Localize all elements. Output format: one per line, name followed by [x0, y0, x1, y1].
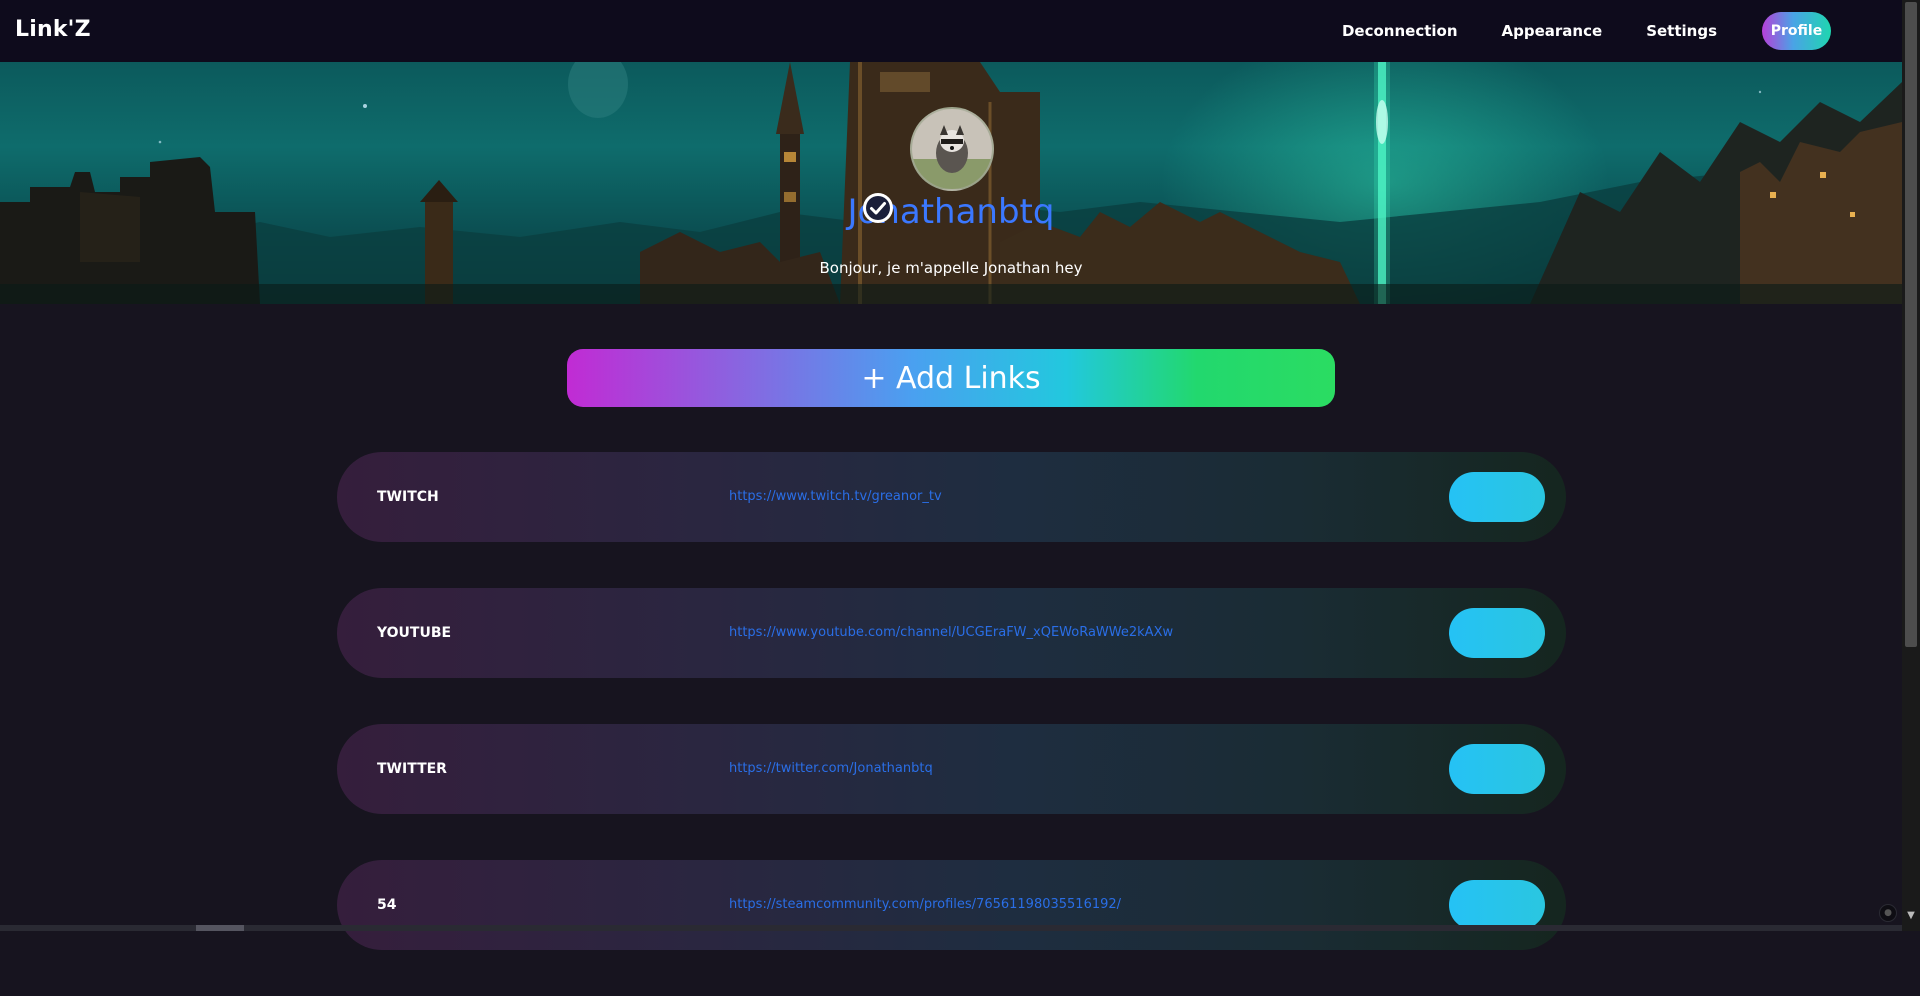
avatar[interactable] — [910, 107, 994, 191]
add-links-button[interactable]: + Add Links — [567, 349, 1335, 407]
link-action-button[interactable] — [1449, 472, 1545, 522]
verified-check-icon — [862, 193, 893, 223]
link-card-steam: 54 https://steamcommunity.com/profiles/7… — [337, 860, 1566, 950]
corner-widget-icon[interactable]: ● — [1879, 904, 1897, 922]
link-card-youtube: YOUTUBE https://www.youtube.com/channel/… — [337, 588, 1566, 678]
link-url[interactable]: https://www.twitch.tv/greanor_tv — [729, 452, 942, 542]
link-action-button[interactable] — [1449, 608, 1545, 658]
profile-banner: Jonathanbtq Bonjour, je m'appelle Jonath… — [0, 62, 1902, 304]
raccoon-avatar-image — [912, 109, 992, 189]
username-wrapper: Jonathanbtq — [848, 192, 1055, 232]
nav-link-appearance[interactable]: Appearance — [1502, 22, 1603, 40]
link-action-button[interactable] — [1449, 880, 1545, 930]
link-url[interactable]: https://twitter.com/Jonathanbtq — [729, 724, 933, 814]
link-url[interactable]: https://www.youtube.com/channel/UCGEraFW… — [729, 588, 1173, 678]
username-row: Jonathanbtq — [0, 192, 1902, 242]
nav-link-settings[interactable]: Settings — [1646, 22, 1717, 40]
link-title: TWITTER — [377, 761, 447, 777]
link-action-button[interactable] — [1449, 744, 1545, 794]
link-title: TWITCH — [377, 489, 439, 505]
link-title: 54 — [377, 897, 397, 913]
nav-link-deconnection[interactable]: Deconnection — [1342, 22, 1458, 40]
vertical-scrollbar-thumb[interactable] — [1905, 2, 1917, 647]
brand-logo[interactable]: Link'Z — [15, 17, 91, 42]
horizontal-scrollbar-track[interactable] — [0, 925, 1902, 931]
link-title: YOUTUBE — [377, 625, 452, 641]
link-card-twitter: TWITTER https://twitter.com/Jonathanbtq — [337, 724, 1566, 814]
scroll-down-arrow-icon[interactable]: ▼ — [1905, 909, 1917, 923]
link-card-twitch: TWITCH https://www.twitch.tv/greanor_tv — [337, 452, 1566, 542]
nav-links: Deconnection Appearance Settings Profile — [1342, 12, 1831, 50]
profile-bio: Bonjour, je m'appelle Jonathan hey — [819, 259, 1083, 277]
horizontal-scrollbar-thumb[interactable] — [196, 925, 244, 931]
links-list: TWITCH https://www.twitch.tv/greanor_tv … — [337, 452, 1566, 996]
link-url[interactable]: https://steamcommunity.com/profiles/7656… — [729, 860, 1121, 950]
profile-button[interactable]: Profile — [1762, 12, 1831, 50]
navbar: Link'Z Deconnection Appearance Settings … — [0, 0, 1902, 62]
